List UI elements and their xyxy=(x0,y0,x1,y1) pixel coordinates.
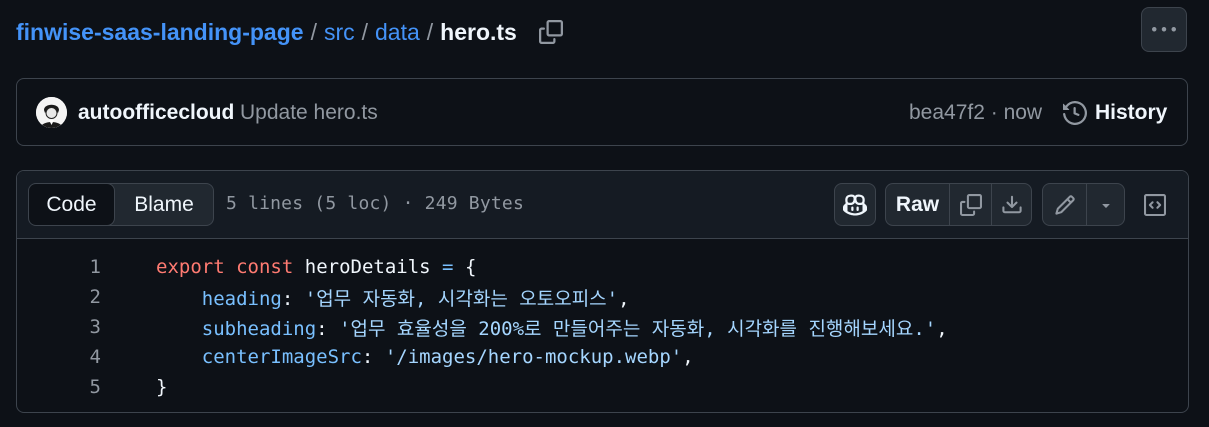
line-number[interactable]: 4 xyxy=(17,346,101,368)
copy-icon xyxy=(959,193,982,216)
string-value: '업무 효율성을 200%로 만들어주는 자동화, 시각화를 진행해보세요.' xyxy=(339,317,937,340)
code-line: 5 } xyxy=(17,372,1188,402)
copy-raw-button[interactable] xyxy=(950,184,992,225)
chevron-down-icon xyxy=(1101,203,1110,208)
line-number[interactable]: 3 xyxy=(17,316,101,338)
line-content: } xyxy=(156,376,167,398)
breadcrumb-data-link[interactable]: data xyxy=(375,19,420,46)
history-label: History xyxy=(1095,101,1168,124)
breadcrumb-src-link[interactable]: src xyxy=(324,19,355,46)
line-number[interactable]: 1 xyxy=(17,256,101,278)
copy-icon xyxy=(538,20,563,44)
breadcrumb-repo-link[interactable]: finwise-saas-landing-page xyxy=(16,19,304,46)
commit-author-link[interactable]: autoofficecloud xyxy=(78,101,234,125)
property-key: heading xyxy=(201,287,282,310)
download-button[interactable] xyxy=(992,184,1031,225)
file-view: Code Blame 5 lines (5 loc) · 249 Bytes R… xyxy=(16,170,1189,413)
tab-code[interactable]: Code xyxy=(29,184,115,225)
identifier: heroDetails xyxy=(304,256,431,278)
comma: , xyxy=(682,346,694,368)
edit-group xyxy=(1042,183,1125,226)
raw-label: Raw xyxy=(895,192,940,216)
copilot-icon xyxy=(843,193,867,216)
brace: { xyxy=(464,256,477,278)
code-line: 2 heading: '업무 자동화, 시각화는 오토오피스', xyxy=(17,282,1188,312)
more-options-button[interactable] xyxy=(1141,7,1187,52)
tab-blame[interactable]: Blame xyxy=(115,184,213,225)
code-blame-toggle: Code Blame xyxy=(28,183,214,226)
colon: : xyxy=(361,346,374,368)
code-square-icon xyxy=(1144,193,1166,216)
breadcrumb-file-name: hero.ts xyxy=(440,18,517,45)
string-value: '업무 자동화, 시각화는 오토오피스' xyxy=(304,287,619,310)
edit-file-button[interactable] xyxy=(1043,184,1087,225)
breadcrumb-separator: / xyxy=(426,18,434,45)
copilot-button[interactable] xyxy=(834,183,876,226)
line-content: centerImageSrc: '/images/hero-mockup.web… xyxy=(156,346,694,368)
commit-message-link[interactable]: Update hero.ts xyxy=(240,101,378,125)
operator: = xyxy=(442,256,454,278)
property-key: subheading xyxy=(201,317,317,340)
colon: : xyxy=(316,317,328,340)
breadcrumb-separator: / xyxy=(361,18,369,45)
keyword: export xyxy=(156,256,225,278)
colon: : xyxy=(281,287,294,310)
comma: , xyxy=(936,317,948,340)
property-key: centerImageSrc xyxy=(201,346,362,368)
history-button[interactable]: History xyxy=(1063,98,1167,128)
line-content: export const heroDetails = { xyxy=(156,256,476,278)
brace: } xyxy=(156,376,168,398)
symbols-panel-button[interactable] xyxy=(1134,183,1176,226)
line-number[interactable]: 2 xyxy=(17,286,101,308)
code-line: 4 centerImageSrc: '/images/hero-mockup.w… xyxy=(17,342,1188,372)
latest-commit-box: autoofficecloud Update hero.ts bea47f2 ·… xyxy=(16,78,1188,146)
line-content: heading: '업무 자동화, 시각화는 오토오피스', xyxy=(156,284,630,311)
history-icon xyxy=(1063,101,1087,125)
file-header: Code Blame 5 lines (5 loc) · 249 Bytes R… xyxy=(17,171,1188,239)
file-info: 5 lines (5 loc) · 249 Bytes xyxy=(226,193,524,214)
avatar-image xyxy=(36,97,67,128)
code-line: 3 subheading: '업무 효율성을 200%로 만들어주는 자동화, … xyxy=(17,312,1188,342)
kebab-icon xyxy=(1152,26,1176,31)
keyword: const xyxy=(236,256,294,278)
pencil-icon xyxy=(1054,194,1075,215)
breadcrumb-separator: / xyxy=(310,18,317,45)
line-number[interactable]: 5 xyxy=(17,376,101,398)
download-icon xyxy=(1001,195,1022,213)
line-content: subheading: '업무 효율성을 200%로 만들어주는 자동화, 시각… xyxy=(156,314,948,341)
code-line: 1 export const heroDetails = { xyxy=(17,252,1188,282)
commit-hash-time[interactable]: bea47f2 · now xyxy=(909,101,1042,125)
edit-options-dropdown[interactable] xyxy=(1087,184,1124,225)
string-value: '/images/hero-mockup.webp' xyxy=(384,346,683,368)
copy-path-button[interactable] xyxy=(533,14,569,50)
breadcrumb: finwise-saas-landing-page / src / data /… xyxy=(16,14,569,50)
comma: , xyxy=(618,287,630,310)
code-view: 1 export const heroDetails = { 2 heading… xyxy=(17,239,1188,402)
raw-copy-download-group: Raw xyxy=(885,183,1032,226)
avatar[interactable] xyxy=(36,97,67,128)
raw-button[interactable]: Raw xyxy=(886,184,950,225)
